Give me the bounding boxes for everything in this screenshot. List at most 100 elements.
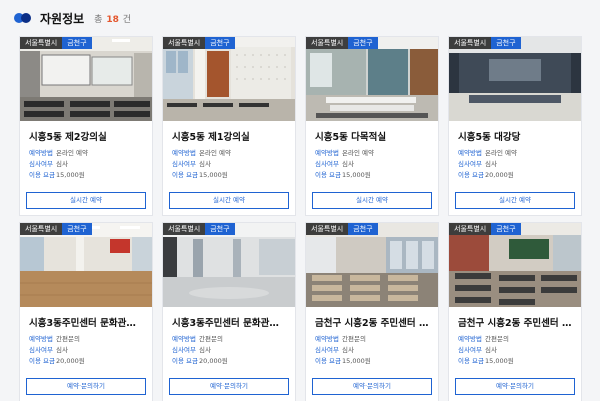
district-tag: 금천구 (491, 37, 521, 49)
fee-label: 이용 요금 (315, 357, 341, 365)
resource-info: 예약방법 온라인 예약 심사여부 심사 이용 요금 15,000원 (172, 148, 287, 181)
review-label: 심사여부 (315, 160, 339, 168)
location-tags: 서울특별시 금천구 (20, 37, 92, 49)
resource-info: 예약방법 온라인 예약 심사여부 심사 이용 요금 15,000원 (29, 148, 144, 181)
fee-value: 15,000원 (199, 171, 228, 179)
resource-card[interactable]: 서울특별시 금천구 시흥5동 제2강의실 예약방법 온라인 예약 심사여부 심사 이… (19, 36, 153, 216)
room-photo[interactable]: 서울특별시 금천구 (20, 223, 152, 307)
room-photo[interactable]: 서울특별시 금천구 (163, 223, 295, 307)
fee-value: 20,000원 (199, 357, 228, 365)
district-tag: 금천구 (205, 223, 235, 235)
resource-name[interactable]: 시흥5동 대강당 (458, 129, 573, 143)
section-title: 자원정보 (40, 11, 85, 26)
review-value: 심사 (199, 346, 211, 354)
fee-value: 15,000원 (342, 171, 371, 179)
fee-label: 이용 요금 (29, 171, 55, 179)
room-photo[interactable]: 서울특별시 금천구 (449, 37, 581, 121)
inquiry-button[interactable]: 예약·문의하기 (26, 378, 146, 395)
review-label: 심사여부 (458, 160, 482, 168)
location-tags: 서울특별시 금천구 (20, 223, 92, 235)
reserve-button[interactable]: 실시간 예약 (312, 192, 432, 209)
location-tags: 서울특별시 금천구 (163, 223, 235, 235)
result-count: 총 18 건 (94, 14, 132, 25)
method-label: 예약방법 (29, 335, 53, 343)
method-value: 온라인 예약 (199, 149, 231, 157)
resource-info: 예약방법 간편문의 심사여부 심사 이용 요금 20,000원 (172, 334, 287, 367)
inquiry-button[interactable]: 예약·문의하기 (169, 378, 289, 395)
location-tags: 서울특별시 금천구 (163, 37, 235, 49)
resource-card[interactable]: 서울특별시 금천구 시흥5동 대강당 예약방법 온라인 예약 심사여부 심사 이용 … (448, 36, 582, 216)
method-value: 온라인 예약 (485, 149, 517, 157)
resource-card[interactable]: 서울특별시 금천구 금천구 시흥2동 주민센터 2층 … 예약방법간편문의 심사… (305, 222, 439, 401)
resource-card[interactable]: 서울특별시 금천구 금천구 시흥2동 주민센터 2층 … 예약방법간편문의 심사… (448, 222, 582, 401)
resource-info: 예약방법 온라인 예약 심사여부 심사 이용 요금 20,000원 (458, 148, 573, 181)
inquiry-button[interactable]: 예약·문의하기 (312, 378, 432, 395)
resource-info: 예약방법 간편문의 심사여부 심사 이용 요금 20,000원 (29, 334, 144, 367)
section-logo-icon (14, 13, 34, 23)
resource-name[interactable]: 시흥3동주민센터 문화관람실(… (172, 315, 287, 329)
district-tag: 금천구 (62, 223, 92, 235)
resource-info: 예약방법 온라인 예약 심사여부 심사 이용 요금 15,000원 (315, 148, 430, 181)
review-value: 심사 (485, 346, 497, 354)
district-tag: 금천구 (348, 223, 378, 235)
reserve-button[interactable]: 실시간 예약 (26, 192, 146, 209)
location-tags: 서울특별시 금천구 (449, 37, 521, 49)
method-value: 간편문의 (56, 335, 80, 343)
resource-name[interactable]: 시흥5동 다목적실 (315, 129, 430, 143)
district-tag: 금천구 (62, 37, 92, 49)
city-tag: 서울특별시 (306, 37, 349, 49)
room-photo[interactable]: 서울특별시 금천구 (306, 37, 438, 121)
inquiry-button[interactable]: 예약·문의하기 (455, 378, 575, 395)
fee-label: 이용 요금 (172, 357, 198, 365)
district-tag: 금천구 (205, 37, 235, 49)
fee-value: 15,000원 (342, 357, 371, 365)
review-value: 심사 (56, 160, 68, 168)
reserve-button[interactable]: 실시간 예약 (455, 192, 575, 209)
district-tag: 금천구 (491, 223, 521, 235)
resource-grid: 서울특별시 금천구 시흥5동 제2강의실 예약방법 온라인 예약 심사여부 심사 이… (19, 36, 586, 401)
method-label: 예약방법 (29, 149, 53, 157)
review-value: 심사 (342, 346, 354, 354)
method-label: 예약방법 (315, 335, 339, 343)
resource-name[interactable]: 금천구 시흥2동 주민센터 2층 … (315, 315, 430, 329)
fee-label: 이용 요금 (29, 357, 55, 365)
resource-name[interactable]: 시흥5동 제1강의실 (172, 129, 287, 143)
resource-name[interactable]: 시흥3동주민센터 문화관람실(… (29, 315, 144, 329)
city-tag: 서울특별시 (449, 37, 492, 49)
city-tag: 서울특별시 (163, 223, 206, 235)
resource-card[interactable]: 서울특별시 금천구 시흥5동 제1강의실 예약방법 온라인 예약 심사여부 심사 이… (162, 36, 296, 216)
resource-name[interactable]: 시흥5동 제2강의실 (29, 129, 144, 143)
fee-label: 이용 요금 (458, 171, 484, 179)
fee-value: 15,000원 (485, 357, 514, 365)
resource-card[interactable]: 서울특별시 금천구 시흥3동주민센터 문화관람실(… 예약방법간편문의 심사여부… (19, 222, 153, 401)
method-label: 예약방법 (315, 149, 339, 157)
review-label: 심사여부 (172, 346, 196, 354)
room-photo[interactable]: 서울특별시 금천구 (20, 37, 152, 121)
review-label: 심사여부 (172, 160, 196, 168)
method-label: 예약방법 (458, 149, 482, 157)
review-value: 심사 (485, 160, 497, 168)
fee-label: 이용 요금 (315, 171, 341, 179)
fee-label: 이용 요금 (458, 357, 484, 365)
resource-card[interactable]: 서울특별시 금천구 시흥5동 다목적실 예약방법 온라인 예약 심사여부 심사 이용… (305, 36, 439, 216)
reserve-button[interactable]: 실시간 예약 (169, 192, 289, 209)
resource-page: 자원정보 총 18 건 서울특별시 금천구 시흥5동 제2강의실 예약방법 온라… (0, 0, 600, 401)
review-value: 심사 (56, 346, 68, 354)
location-tags: 서울특별시 금천구 (449, 223, 521, 235)
room-photo[interactable]: 서울특별시 금천구 (163, 37, 295, 121)
city-tag: 서울특별시 (306, 223, 349, 235)
fee-value: 20,000원 (485, 171, 514, 179)
resource-card[interactable]: 서울특별시 금천구 시흥3동주민센터 문화관람실(… 예약방법간편문의 심사여부… (162, 222, 296, 401)
room-photo[interactable]: 서울특별시 금천구 (306, 223, 438, 307)
resource-name[interactable]: 금천구 시흥2동 주민센터 2층 … (458, 315, 573, 329)
resource-info: 예약방법 간편문의 심사여부 심사 이용 요금 15,000원 (315, 334, 430, 367)
method-value: 온라인 예약 (342, 149, 374, 157)
fee-value: 15,000원 (56, 171, 85, 179)
city-tag: 서울특별시 (20, 223, 63, 235)
fee-value: 20,000원 (56, 357, 85, 365)
review-label: 심사여부 (29, 160, 53, 168)
room-photo[interactable]: 서울특별시 금천구 (449, 223, 581, 307)
resource-info: 예약방법 간편문의 심사여부 심사 이용 요금 15,000원 (458, 334, 573, 367)
review-label: 심사여부 (458, 346, 482, 354)
city-tag: 서울특별시 (449, 223, 492, 235)
